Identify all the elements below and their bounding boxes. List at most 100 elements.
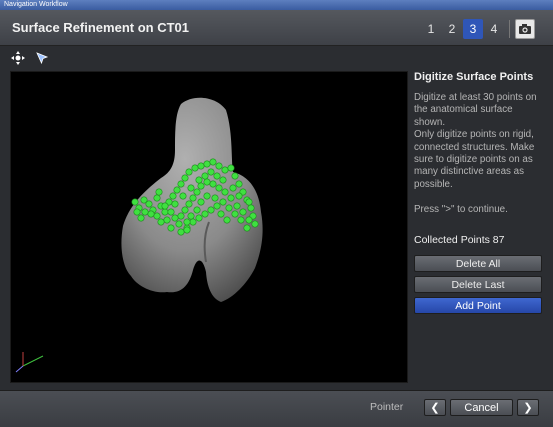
digitized-point: [197, 182, 205, 190]
chevron-left-icon: ❮: [430, 402, 440, 414]
digitized-point: [227, 194, 235, 202]
delete-all-button[interactable]: Delete All: [414, 255, 542, 272]
digitized-point: [147, 210, 155, 218]
digitized-point: [181, 206, 189, 214]
digitized-point: [153, 212, 161, 220]
digitized-point: [213, 202, 221, 210]
instructions: Digitize at least 30 points on the anato…: [414, 92, 544, 217]
digitized-point: [171, 200, 179, 208]
digitized-point: [219, 176, 227, 184]
digitized-point: [215, 184, 223, 192]
step-1[interactable]: 1: [421, 19, 441, 39]
pointer-tool-icon[interactable]: [34, 50, 50, 66]
header-divider: [509, 20, 510, 38]
digitized-point: [183, 218, 191, 226]
back-button[interactable]: ❮: [424, 399, 446, 416]
digitized-point: [185, 168, 193, 176]
3d-viewport[interactable]: [10, 71, 408, 383]
next-button[interactable]: ❯: [517, 399, 539, 416]
digitized-point: [227, 164, 235, 172]
panel-title: Digitize Surface Points: [414, 71, 534, 83]
digitized-point: [203, 178, 211, 186]
digitized-point: [243, 224, 251, 232]
digitized-point: [167, 208, 175, 216]
digitized-point: [191, 164, 199, 172]
digitized-point: [195, 214, 203, 222]
step-2[interactable]: 2: [442, 19, 462, 39]
digitized-point: [175, 220, 183, 228]
window-title: Navigation Workflow: [4, 1, 68, 8]
digitized-point: [223, 216, 231, 224]
digitized-point: [157, 218, 165, 226]
digitized-point: [247, 204, 255, 212]
right-panel: Digitize Surface Points Digitize at leas…: [414, 71, 544, 314]
rotate-view-icon[interactable]: [10, 50, 26, 66]
digitized-point: [215, 162, 223, 170]
digitized-point: [181, 174, 189, 182]
digitized-point: [237, 216, 245, 224]
cancel-button[interactable]: Cancel: [450, 399, 513, 416]
digitized-point: [187, 184, 195, 192]
digitized-point: [189, 218, 197, 226]
add-point-button[interactable]: Add Point: [414, 297, 542, 314]
view-toolbar: [10, 50, 50, 66]
window-titlebar: Navigation Workflow: [0, 0, 553, 10]
digitized-point: [145, 200, 153, 208]
instruction-1: Digitize at least 30 points on the anato…: [414, 92, 537, 128]
digitized-point: [235, 192, 243, 200]
digitized-point: [229, 184, 237, 192]
digitized-point: [207, 206, 215, 214]
digitized-point: [197, 198, 205, 206]
digitized-point: [235, 180, 243, 188]
digitized-point: [173, 186, 181, 194]
digitized-point: [179, 192, 187, 200]
digitized-point: [183, 226, 191, 234]
digitized-point: [211, 194, 219, 202]
digitized-point: [193, 188, 201, 196]
digitized-point: [177, 180, 185, 188]
digitized-point: [189, 194, 197, 202]
digitized-point: [155, 188, 163, 196]
digitized-point: [221, 166, 229, 174]
digitized-point: [231, 172, 239, 180]
digitized-point: [185, 200, 193, 208]
screenshot-button[interactable]: [515, 19, 535, 39]
digitized-point: [201, 172, 209, 180]
step-3[interactable]: 3: [463, 19, 483, 39]
digitized-point: [221, 188, 229, 196]
digitized-point: [231, 210, 239, 218]
digitized-point: [251, 220, 259, 228]
collected-points-count: Collected Points 87: [414, 234, 505, 246]
digitized-point: [169, 192, 177, 200]
footer-bar: Pointer ❮ Cancel ❯: [0, 390, 553, 427]
digitized-point: [209, 158, 217, 166]
delete-last-button[interactable]: Delete Last: [414, 276, 542, 293]
header-bar: Surface Refinement on CT01 1 2 3 4: [0, 10, 553, 46]
axis-triad-icon: [15, 352, 44, 373]
instruction-3: Press ">" to continue.: [414, 204, 508, 216]
step-4[interactable]: 4: [484, 19, 504, 39]
page-title: Surface Refinement on CT01: [12, 20, 189, 35]
digitized-point: [133, 208, 141, 216]
digitized-point: [209, 180, 217, 188]
digitized-point: [233, 202, 241, 210]
digitized-point: [245, 198, 253, 206]
digitized-point: [195, 176, 203, 184]
active-tool-label: Pointer: [370, 401, 404, 413]
digitized-point: [141, 208, 149, 216]
digitized-point: [217, 210, 225, 218]
digitized-point: [239, 208, 247, 216]
digitized-point: [153, 194, 161, 202]
instruction-2: Only digitize points on rigid, connected…: [414, 129, 535, 190]
digitized-point: [131, 198, 139, 206]
digitized-point: [203, 192, 211, 200]
step-navigator: 1 2 3 4: [421, 19, 505, 39]
chevron-right-icon: ❯: [523, 402, 533, 414]
digitized-points: [131, 158, 259, 236]
digitized-point: [177, 212, 185, 220]
digitized-point: [219, 198, 227, 206]
digitized-point: [245, 216, 253, 224]
digitized-point: [171, 214, 179, 222]
digitized-point: [187, 212, 195, 220]
digitized-point: [167, 224, 175, 232]
